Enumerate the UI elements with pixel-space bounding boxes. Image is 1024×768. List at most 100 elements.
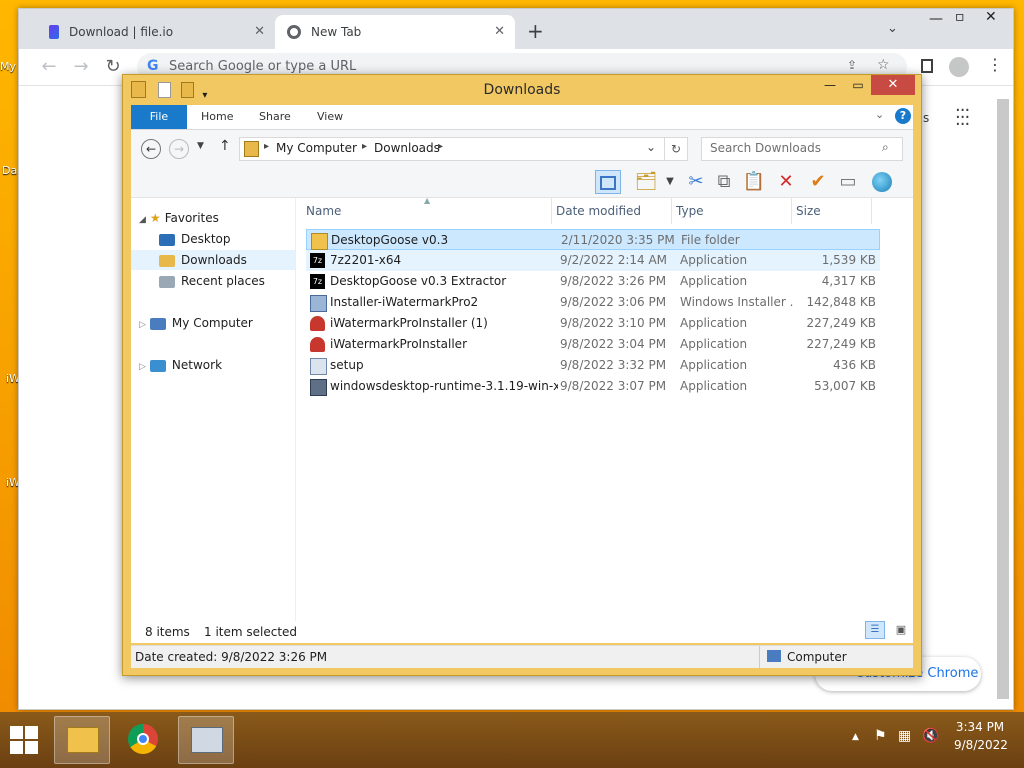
profile-avatar[interactable] — [949, 57, 969, 77]
back-icon[interactable]: ← — [141, 139, 161, 159]
cut-icon[interactable]: ✂ — [683, 170, 709, 194]
file-date: 9/8/2022 3:04 PM — [560, 337, 667, 351]
globe-icon[interactable] — [869, 170, 895, 194]
recent-places-icon — [159, 275, 175, 288]
tab-search-icon[interactable]: ⌄ — [887, 21, 898, 36]
search-box[interactable]: Search Downloads ⌕ — [701, 137, 903, 161]
share-icon[interactable]: ⇪ — [847, 58, 857, 72]
customize-qat-icon[interactable]: ▾ — [202, 90, 207, 101]
recent-locations-icon[interactable]: ▼ — [197, 141, 204, 151]
desktop-icon — [159, 233, 175, 246]
show-hidden-icons[interactable]: ▲ — [852, 732, 859, 742]
divider — [759, 646, 760, 668]
file-row[interactable]: Installer-iWatermarkPro2 9/8/2022 3:06 PM… — [306, 292, 880, 313]
tab-file[interactable]: File — [131, 105, 187, 129]
page-scrollbar[interactable] — [997, 99, 1009, 699]
taskbar-file-explorer[interactable] — [54, 716, 110, 764]
collapse-icon[interactable]: ◢ — [139, 215, 146, 225]
forward-icon[interactable]: → — [169, 139, 189, 159]
expand-ribbon-icon[interactable]: ⌄ — [875, 108, 884, 121]
nav-network[interactable]: ▷ Network — [131, 355, 303, 375]
file-row[interactable]: iWatermarkProInstaller 9/8/2022 3:04 PM Ap… — [306, 334, 880, 355]
file-row[interactable]: DesktopGoose v0.3 2/11/2020 3:35 PM File f… — [306, 229, 880, 250]
nav-label: Network — [171, 358, 223, 372]
column-header-size[interactable]: Size — [792, 198, 872, 224]
paste-icon[interactable]: 📋 — [741, 170, 767, 194]
column-header-date[interactable]: Date modified — [552, 198, 672, 224]
file-row[interactable]: setup 9/8/2022 3:32 PM Application 436 KB — [306, 355, 880, 376]
minimize-button[interactable]: — — [815, 75, 845, 95]
close-window-button[interactable]: ✕ — [985, 9, 997, 25]
address-bar[interactable]: ▸ My Computer ▸ Downloads ▸ ⌄ — [239, 137, 665, 161]
help-icon[interactable]: ? — [895, 108, 911, 124]
delete-icon[interactable]: ✕ — [773, 170, 799, 194]
refresh-icon[interactable]: ↻ — [665, 137, 688, 161]
folder-options-icon[interactable]: 🗂 — [633, 170, 659, 194]
minimize-button[interactable]: — — [929, 11, 943, 27]
clock[interactable]: 3:34 PM 9/8/2022 — [954, 720, 1008, 752]
large-icons-view-icon[interactable]: ▣ — [891, 621, 911, 639]
nav-downloads[interactable]: Downloads — [131, 250, 295, 270]
tab-title: New Tab — [311, 25, 362, 39]
copy-icon[interactable]: ⧉ — [711, 170, 737, 194]
tab-share[interactable]: Share — [259, 105, 291, 129]
close-tab-icon[interactable]: ✕ — [494, 24, 505, 39]
address-dropdown-icon[interactable]: ⌄ — [646, 140, 656, 154]
file-row[interactable]: 7z DesktopGoose v0.3 Extractor 9/8/2022 3:… — [306, 271, 880, 292]
back-icon[interactable]: ← — [37, 55, 61, 79]
nav-my-computer[interactable]: ▷ My Computer — [131, 313, 303, 333]
side-panel-icon[interactable] — [921, 59, 933, 73]
column-header-name[interactable]: Name — [296, 198, 552, 224]
bookmark-star-icon[interactable]: ☆ — [877, 57, 890, 73]
dropdown-arrow-icon[interactable]: ▼ — [657, 170, 683, 194]
nav-recent-places[interactable]: Recent places — [131, 271, 295, 291]
up-icon[interactable]: ↑ — [219, 138, 231, 154]
folder-icon[interactable] — [131, 81, 146, 98]
action-center-icon[interactable]: ⚑ — [874, 728, 887, 744]
taskbar-chrome[interactable] — [116, 716, 172, 764]
nav-desktop[interactable]: Desktop — [131, 229, 295, 249]
apps-grid-icon[interactable]: ··· ··· ··· — [955, 102, 970, 134]
search-icon[interactable]: ⌕ — [882, 140, 889, 155]
preview-pane-icon[interactable] — [595, 170, 621, 194]
properties-icon[interactable] — [158, 82, 172, 98]
new-folder-icon[interactable] — [181, 82, 195, 98]
details-view-icon[interactable]: ☰ — [865, 621, 885, 639]
network-tray-icon[interactable]: ▦ — [898, 728, 911, 744]
file-row[interactable]: windowsdesktop-runtime-3.1.19-win-x64 9/8… — [306, 376, 880, 397]
rename-icon[interactable]: ▭ — [835, 170, 861, 194]
close-button[interactable]: ✕ — [871, 75, 915, 95]
taskbar-task-manager[interactable] — [178, 716, 234, 764]
tab-new-tab[interactable]: New Tab ✕ — [275, 15, 515, 49]
desktop-icon-label[interactable]: My — [0, 60, 16, 73]
network-icon — [149, 359, 166, 372]
file-row[interactable]: 7z 7z2201-x64 9/2/2022 2:14 AM Application 1… — [306, 250, 880, 271]
chrome-menu-icon[interactable]: ⋮ — [987, 55, 1003, 74]
expand-icon[interactable]: ▷ — [139, 320, 146, 330]
computer-icon — [767, 650, 781, 662]
file-name: Installer-iWatermarkPro2 — [330, 295, 479, 309]
maximize-button[interactable]: ▫ — [955, 9, 965, 25]
desktop-icon-label[interactable]: Da — [2, 164, 17, 177]
breadcrumb-separator: ▸ — [362, 141, 368, 152]
tab-home[interactable]: Home — [201, 105, 233, 129]
forward-icon[interactable]: → — [69, 55, 93, 79]
expand-icon[interactable]: ▷ — [139, 362, 146, 372]
file-type: Application — [680, 253, 748, 267]
windows-start-icon[interactable] — [10, 726, 38, 754]
new-tab-button[interactable]: + — [527, 19, 544, 43]
check-icon[interactable]: ✔ — [805, 170, 831, 194]
maximize-button[interactable]: ▭ — [843, 75, 873, 95]
task-manager-icon — [191, 727, 223, 753]
volume-muted-icon[interactable]: 🔇 — [922, 728, 939, 744]
breadcrumb-my-computer[interactable]: My Computer — [276, 141, 357, 155]
file-row[interactable]: iWatermarkProInstaller (1) 9/8/2022 3:10 … — [306, 313, 880, 334]
close-tab-icon[interactable]: ✕ — [254, 24, 265, 39]
tab-view[interactable]: View — [317, 105, 343, 129]
file-name: DesktopGoose v0.3 Extractor — [330, 274, 507, 288]
breadcrumb-downloads[interactable]: Downloads — [374, 141, 440, 155]
tab-download-fileio[interactable]: Download | file.io ✕ — [39, 15, 275, 49]
nav-favorites[interactable]: ◢ ★ Favorites — [131, 208, 303, 228]
column-header-type[interactable]: Type — [672, 198, 792, 224]
runtime-icon — [310, 379, 327, 396]
